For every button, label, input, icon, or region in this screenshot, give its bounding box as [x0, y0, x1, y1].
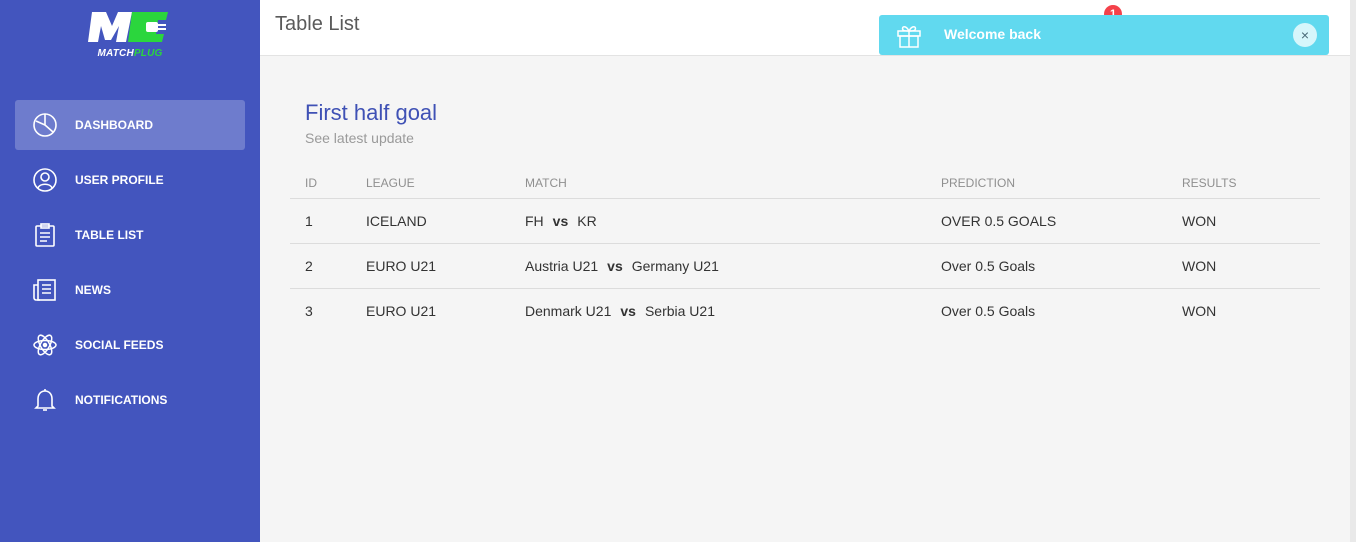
sidebar-item-social-feeds[interactable]: SOCIAL FEEDS	[15, 320, 245, 370]
logo-text: MATCHPLUG	[97, 48, 163, 59]
pie-chart-icon	[31, 111, 59, 139]
column-header-results: RESULTS	[1167, 168, 1320, 199]
sidebar-item-table-list[interactable]: TABLE LIST	[15, 210, 245, 260]
cell-result: WON	[1167, 198, 1320, 244]
cell-prediction: Over 0.5 Goals	[926, 243, 1167, 289]
away-team: KR	[577, 212, 597, 229]
cell-id: 2	[290, 243, 351, 289]
welcome-toast: Welcome back ×	[879, 15, 1329, 55]
sidebar-item-user-profile[interactable]: USER PROFILE	[15, 155, 245, 205]
atom-icon	[31, 331, 59, 359]
column-header-league: LEAGUE	[351, 168, 510, 199]
cell-result: WON	[1182, 302, 1217, 319]
first-half-goal-card: First half goal See latest update ID LEA…	[290, 100, 1320, 333]
bell-icon	[31, 386, 59, 414]
sidebar-item-label: TABLE LIST	[75, 228, 144, 242]
cell-match: Denmark U21 vs Serbia U21	[510, 288, 926, 333]
sidebar-item-notifications[interactable]: NOTIFICATIONS	[15, 375, 245, 425]
card-title: First half goal	[305, 100, 438, 125]
table-row: 3 EURO U21 Denmark U21 vs Serbia U21 Over …	[290, 288, 1320, 333]
logo-mark-icon	[88, 12, 168, 42]
clipboard-icon	[31, 221, 59, 249]
table-row: 1 ICELAND FH vs KR OVER 0.5 GOALS WON	[290, 198, 1320, 244]
away-team: Germany U21	[631, 257, 719, 274]
vs-label: vs	[620, 302, 636, 319]
toast-close-button[interactable]: ×	[1293, 23, 1317, 47]
column-header-id: ID	[290, 168, 351, 199]
cell-match: FH vs KR	[510, 198, 926, 244]
cell-league: EURO U21	[366, 302, 437, 319]
home-team: Austria U21	[525, 257, 599, 274]
vs-label: vs	[607, 257, 623, 274]
toast-message: Welcome back	[944, 26, 1042, 42]
cell-prediction: OVER 0.5 GOALS	[926, 198, 1167, 244]
cell-result: WON	[1167, 243, 1320, 289]
newspaper-icon	[31, 276, 59, 304]
user-icon	[31, 166, 59, 194]
cell-id: 3	[305, 302, 313, 319]
sidebar-item-label: NOTIFICATIONS	[75, 393, 168, 407]
column-header-prediction: PREDICTION	[926, 168, 1167, 199]
vs-label: vs	[552, 212, 569, 229]
cell-id: 1	[290, 198, 351, 244]
predictions-table: ID LEAGUE MATCH PREDICTION RESULTS 1 ICE…	[290, 168, 1320, 333]
sidebar-item-news[interactable]: NEWS	[15, 265, 245, 315]
sidebar-item-label: DASHBOARD	[75, 118, 153, 132]
card-subtitle: See latest update	[305, 130, 414, 146]
page-title: Table List	[275, 13, 360, 35]
cell-league: EURO U21	[351, 243, 510, 289]
table-header-row: ID LEAGUE MATCH PREDICTION RESULTS	[290, 168, 1320, 199]
cell-league: ICELAND	[351, 198, 510, 244]
scrollbar[interactable]	[1350, 0, 1356, 542]
sidebar-nav: DASHBOARD USER PROFILE TABLE LIST NEWS S…	[15, 100, 245, 430]
home-team: FH	[525, 212, 544, 229]
home-team: Denmark U21	[525, 302, 612, 319]
sidebar-item-label: NEWS	[75, 283, 111, 297]
sidebar-item-label: SOCIAL FEEDS	[75, 338, 164, 352]
gift-icon	[896, 22, 922, 53]
table-row: 2 EURO U21 Austria U21 vs Germany U21 Over…	[290, 243, 1320, 289]
column-header-match: MATCH	[510, 168, 926, 199]
sidebar: MATCHPLUG DASHBOARD USER PROFILE TABLE L…	[0, 0, 260, 542]
matchplug-logo[interactable]: MATCHPLUG	[84, 10, 176, 64]
sidebar-item-dashboard[interactable]: DASHBOARD	[15, 100, 245, 150]
away-team: Serbia U21	[644, 302, 715, 319]
cell-match: Austria U21 vs Germany U21	[510, 243, 926, 289]
sidebar-item-label: USER PROFILE	[75, 173, 164, 187]
cell-prediction: Over 0.5 Goals	[941, 302, 1036, 319]
